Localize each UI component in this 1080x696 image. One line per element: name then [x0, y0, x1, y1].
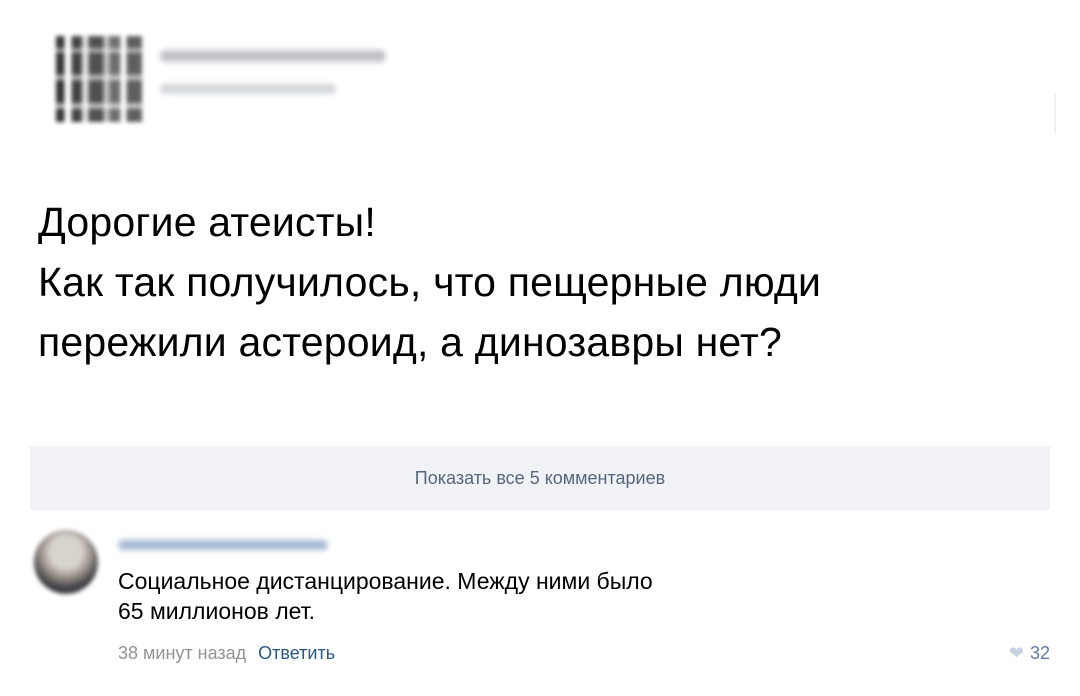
heart-icon: ❤ — [1008, 643, 1024, 663]
divider — [1054, 94, 1056, 134]
author-name-redacted[interactable] — [160, 50, 386, 62]
post-date-redacted — [160, 84, 336, 94]
post-text: Дорогие атеисты! Как так получилось, что… — [38, 192, 1038, 372]
show-all-comments-button[interactable]: Показать все 5 комментариев — [30, 446, 1050, 510]
comment-meta: 38 минут назад Ответить — [118, 642, 335, 664]
post-text-line: Дорогие атеисты! — [38, 199, 376, 245]
post-text-line: Как так получилось, что пещерные люди — [38, 259, 822, 305]
like-button[interactable]: ❤ 32 — [1009, 642, 1050, 664]
post-text-line: пережили астероид, а динозавры нет? — [38, 319, 783, 365]
post-header — [56, 36, 656, 122]
comment-avatar[interactable] — [34, 530, 98, 594]
comment-text-line: 65 миллионов лет. — [118, 598, 316, 624]
comment-author-redacted[interactable] — [118, 540, 328, 550]
comment-text-line: Социальное дистанцирование. Между ними б… — [118, 568, 653, 594]
like-count: 32 — [1029, 643, 1050, 663]
comment-text: Социальное дистанцирование. Между ними б… — [118, 566, 998, 626]
comment-time[interactable]: 38 минут назад — [118, 642, 246, 664]
reply-link[interactable]: Ответить — [258, 642, 335, 664]
author-avatar[interactable] — [56, 36, 142, 122]
